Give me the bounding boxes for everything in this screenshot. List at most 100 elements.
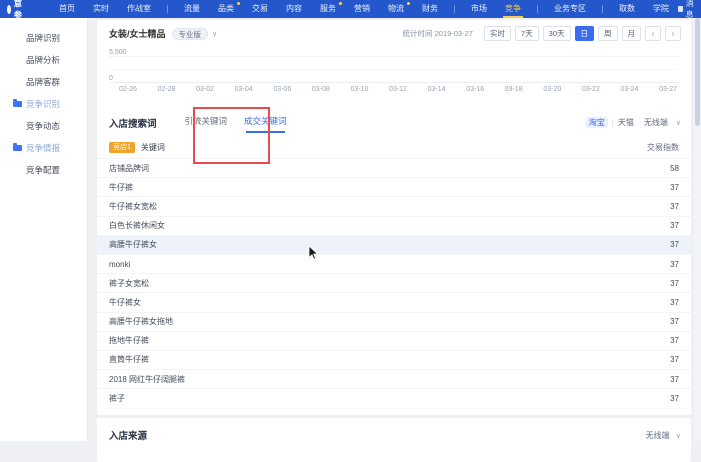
table-row[interactable]: 2018 网红牛仔阔腿裤 37 xyxy=(97,369,691,388)
platform-tmall[interactable]: 天猫 xyxy=(618,117,634,128)
sidebar-item-label: 竞争动态 xyxy=(26,120,60,132)
nav-item[interactable]: 流量 xyxy=(175,0,209,18)
sidebar-item[interactable]: 竞争配置 xyxy=(0,159,87,181)
nav-item[interactable]: 取数 xyxy=(610,0,644,18)
scrollbar-track[interactable] xyxy=(694,18,701,441)
x-axis-tick-label: 03-02 xyxy=(196,86,214,93)
x-axis-tick-label: 02-28 xyxy=(158,86,176,93)
nav-item[interactable]: 品类 xyxy=(209,0,243,18)
nav-item[interactable]: 首页 xyxy=(50,0,84,18)
keyword-cell: 牛仔裤 xyxy=(109,182,133,193)
range-button[interactable]: 7天 xyxy=(515,26,539,41)
value-cell: 37 xyxy=(670,240,679,249)
nav-item[interactable]: 交易 xyxy=(243,0,277,18)
table-row[interactable]: 牛仔裤女 37 xyxy=(97,292,691,311)
sidebar-item[interactable]: 竞争情报 xyxy=(0,137,87,159)
sidebar-item[interactable]: 竞争动态 xyxy=(0,115,87,137)
table-row[interactable]: 牛仔裤女宽松 37 xyxy=(97,196,691,215)
table-row[interactable]: 高腰牛仔裤女 37 xyxy=(97,235,691,254)
range-button[interactable]: 日 xyxy=(575,26,595,41)
keyword-table-body: 店铺品牌词 58 牛仔裤 37 牛仔裤女宽松 37 白色长裤休闲女 37 xyxy=(97,158,691,407)
table-row[interactable]: 高腰牛仔裤女拖地 37 xyxy=(97,312,691,331)
keyword-cell: 高腰牛仔裤女拖地 xyxy=(109,316,173,327)
sidebar-item[interactable]: 品牌分析 xyxy=(0,49,87,71)
table-row[interactable]: 拖地牛仔裤 37 xyxy=(97,331,691,350)
value-cell: 37 xyxy=(670,202,679,211)
scrollbar-thumb[interactable] xyxy=(695,18,700,126)
store-source-title: 入店来源 xyxy=(109,428,147,442)
top-navbar: 生意参谋 首页 实时 作战室 流量 品类 交易 内容 服务 营销 物流 财务 xyxy=(0,0,701,18)
terminal-select[interactable]: 无线端 ∨ xyxy=(646,430,681,441)
x-axis-line xyxy=(109,82,679,83)
y-axis-min-label: 0 xyxy=(109,75,113,82)
keyword-cell: 拖地牛仔裤 xyxy=(109,335,149,346)
sidebar-item-label: 品牌识别 xyxy=(26,32,60,44)
logo-icon xyxy=(7,5,11,14)
sidebar-item[interactable]: 品牌客群 xyxy=(0,71,87,93)
category-title: 女装/女士精品 xyxy=(109,27,166,40)
table-row[interactable]: 店铺品牌词 58 xyxy=(97,158,691,177)
nav-item[interactable] xyxy=(167,5,168,13)
value-cell: 37 xyxy=(670,279,679,288)
x-axis-tick-label: 03-12 xyxy=(389,86,407,93)
nav-item[interactable]: 实时 xyxy=(84,0,118,18)
sidebar-item[interactable]: 竞争识别 xyxy=(0,93,87,115)
gridline xyxy=(109,56,679,57)
nav-item[interactable]: 学院 xyxy=(644,0,678,18)
folder-icon xyxy=(13,145,22,151)
nav-item[interactable] xyxy=(454,5,455,13)
x-axis-tick-label: 03-22 xyxy=(582,86,600,93)
range-button[interactable]: 月 xyxy=(622,26,642,41)
search-words-header: 入店搜索词 引流关键词 成交关键词 淘宝 | 天猫 无线端 ∨ xyxy=(97,106,691,136)
x-axis-tick-label: 03-08 xyxy=(312,86,330,93)
keyword-cell: 牛仔裤女宽松 xyxy=(109,201,157,212)
app-logo[interactable]: 生意参谋 xyxy=(7,0,28,33)
x-axis-labels: 02-2602-2803-0203-0403-0603-0803-1003-12… xyxy=(119,86,677,93)
x-axis-tick-label: 03-20 xyxy=(543,86,561,93)
keyword-tabs: 引流关键词 成交关键词 xyxy=(185,115,287,130)
platform-separator: | xyxy=(612,118,614,127)
nav-item[interactable]: 内容 xyxy=(277,0,311,18)
range-button[interactable]: 30天 xyxy=(543,26,571,41)
message-icon xyxy=(678,6,683,12)
table-row[interactable]: monki 37 xyxy=(97,254,691,273)
value-cell: 37 xyxy=(670,183,679,192)
nav-item[interactable] xyxy=(537,5,538,13)
messages-button[interactable]: 消息 xyxy=(678,0,696,20)
terminal-select[interactable]: 无线端 xyxy=(644,117,668,128)
nav-item[interactable]: 作战室 xyxy=(118,0,160,18)
gridline xyxy=(109,69,679,70)
table-row[interactable]: 裤子 37 xyxy=(97,388,691,407)
keyword-cell: 2018 网红牛仔阔腿裤 xyxy=(109,374,185,385)
nav-item[interactable]: 竞争 xyxy=(496,0,530,18)
table-row[interactable]: 白色长裤休闲女 37 xyxy=(97,216,691,235)
nav-item[interactable]: 营销 xyxy=(345,0,379,18)
value-cell: 37 xyxy=(670,394,679,403)
nav-item[interactable]: 财务 xyxy=(413,0,447,18)
nav-item[interactable]: 业务专区 xyxy=(545,0,595,18)
table-row[interactable]: 裤子女宽松 37 xyxy=(97,273,691,292)
store-source-card: 入店来源 无线端 ∨ xyxy=(97,418,691,462)
nav-item[interactable] xyxy=(602,5,603,13)
shop-tag-badge[interactable]: 竞店1 xyxy=(109,142,135,153)
platform-switcher: 淘宝 | 天猫 无线端 ∨ xyxy=(586,117,681,128)
keyword-tab[interactable]: 成交关键词 xyxy=(244,115,287,130)
prev-arrow-button[interactable]: ‹ xyxy=(645,26,661,41)
range-button[interactable]: 周 xyxy=(598,26,618,41)
keyword-cell: 直筒牛仔裤 xyxy=(109,354,149,365)
next-arrow-button[interactable]: › xyxy=(665,26,681,41)
table-row[interactable]: 牛仔裤 37 xyxy=(97,177,691,196)
nav-item[interactable]: 物流 xyxy=(379,0,413,18)
sidebar-item-label: 品牌分析 xyxy=(26,54,60,66)
nav-item[interactable]: 服务 xyxy=(311,0,345,18)
platform-taobao[interactable]: 淘宝 xyxy=(586,117,608,128)
nav-item[interactable]: 市场 xyxy=(462,0,496,18)
range-button[interactable]: 实时 xyxy=(484,26,511,41)
keyword-tab[interactable]: 引流关键词 xyxy=(185,115,228,130)
chevron-down-icon[interactable]: ∨ xyxy=(676,119,681,127)
value-cell: 37 xyxy=(670,375,679,384)
x-axis-tick-label: 02-26 xyxy=(119,86,137,93)
table-row[interactable]: 直筒牛仔裤 37 xyxy=(97,350,691,369)
column-value: 交易指数 xyxy=(647,142,679,153)
chevron-down-icon[interactable]: ∨ xyxy=(212,30,217,38)
